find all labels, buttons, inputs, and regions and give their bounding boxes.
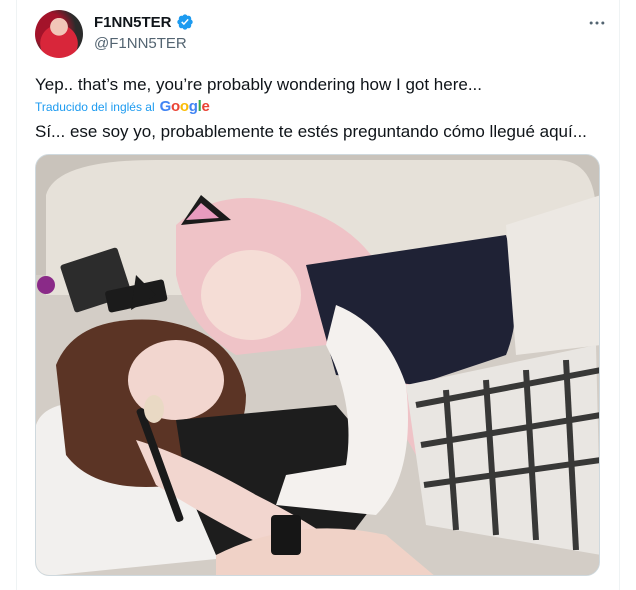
more-dots-icon[interactable] [586,12,608,34]
translation-label: Traducido del inglés al [35,99,155,114]
verified-badge-icon [176,14,193,30]
tweet-text-translated: Sí... ese soy yo, probablemente te estés… [35,122,587,141]
avatar[interactable] [35,10,83,58]
more-dots-glyph [589,21,605,25]
photo-illustration [36,155,599,575]
tweet: F1NN5TER @F1NN5TER Yep.. that’s me, you’… [0,0,636,590]
name-row: F1NN5TER [94,12,194,32]
tweet-photo[interactable] [35,154,600,576]
tweet-text-original: Yep.. that’s me, you’re probably wonderi… [35,75,482,94]
handle[interactable]: @F1NN5TER [94,35,194,52]
author-block: F1NN5TER @F1NN5TER [94,12,194,52]
translation-attribution[interactable]: Traducido del inglés al Google [35,98,210,115]
google-logo: Google [159,98,210,115]
display-name[interactable]: F1NN5TER [94,14,172,31]
